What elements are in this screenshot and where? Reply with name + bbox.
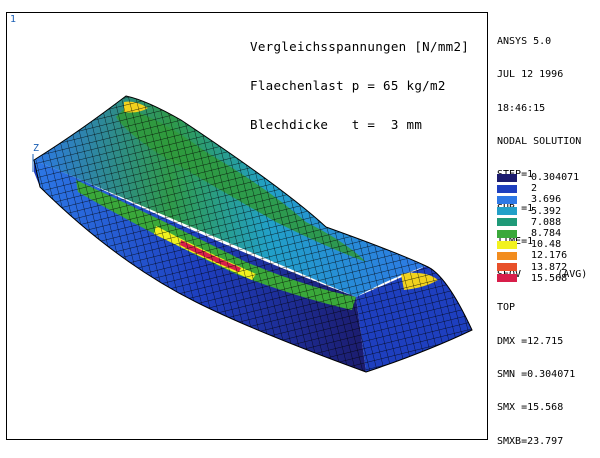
legend-value: 7.088 bbox=[531, 216, 562, 228]
info-line-smn: SMN =0.304071 bbox=[497, 369, 576, 380]
legend-swatch bbox=[497, 274, 517, 283]
legend-value: 10.48 bbox=[531, 239, 562, 251]
legend-row: 0.304071 bbox=[497, 172, 579, 183]
legend-value: 3.696 bbox=[531, 194, 562, 206]
info-line-smxb: SMXB=23.797 bbox=[497, 435, 564, 447]
legend-row: 5.392 bbox=[497, 206, 579, 217]
legend-swatch bbox=[497, 195, 517, 204]
legend-swatch bbox=[497, 173, 517, 182]
info-line-top: TOP bbox=[497, 302, 516, 314]
legend-value: 0.304071 bbox=[531, 172, 580, 184]
legend-row: 12.176 bbox=[497, 250, 579, 261]
legend-value: 2 bbox=[531, 183, 538, 195]
z-axis-label: Z bbox=[33, 143, 40, 154]
legend-row: 7.088 bbox=[497, 217, 579, 228]
legend-row: 10.48 bbox=[497, 239, 579, 250]
legend-value: 12.176 bbox=[531, 250, 568, 262]
mesh-grid-overlay bbox=[34, 96, 472, 372]
info-line-dmx: DMX =12.715 bbox=[497, 335, 564, 347]
info-line-date: JUL 12 1996 bbox=[497, 69, 564, 81]
legend-swatch bbox=[497, 251, 517, 260]
legend-value: 15.568 bbox=[531, 272, 568, 284]
legend-row: 2 bbox=[497, 183, 579, 194]
legend-swatch bbox=[497, 229, 517, 238]
legend-row: 3.696 bbox=[497, 194, 579, 205]
legend-swatch bbox=[497, 218, 517, 227]
legend-swatch bbox=[497, 240, 517, 249]
info-line-time: 18:46:15 bbox=[497, 102, 546, 114]
legend-swatch bbox=[497, 207, 517, 216]
info-line-solution: NODAL SOLUTION bbox=[497, 136, 582, 148]
info-line-program: ANSYS 5.0 bbox=[497, 36, 552, 48]
legend-row: 15.568 bbox=[497, 273, 579, 284]
contour-legend: 0.304071 2 3.696 5.392 7.088 8.784 10.48 12.176… bbox=[497, 172, 579, 284]
legend-value: 8.784 bbox=[531, 228, 562, 240]
fe-mesh-plot bbox=[32, 95, 473, 373]
legend-swatch bbox=[497, 184, 517, 193]
legend-row: 13.872 bbox=[497, 262, 579, 273]
legend-swatch bbox=[497, 263, 517, 272]
legend-value: 5.392 bbox=[531, 205, 562, 217]
info-line-smx: SMX =15.568 bbox=[497, 402, 564, 414]
legend-row: 8.784 bbox=[497, 228, 579, 239]
legend-value: 13.872 bbox=[531, 261, 568, 273]
